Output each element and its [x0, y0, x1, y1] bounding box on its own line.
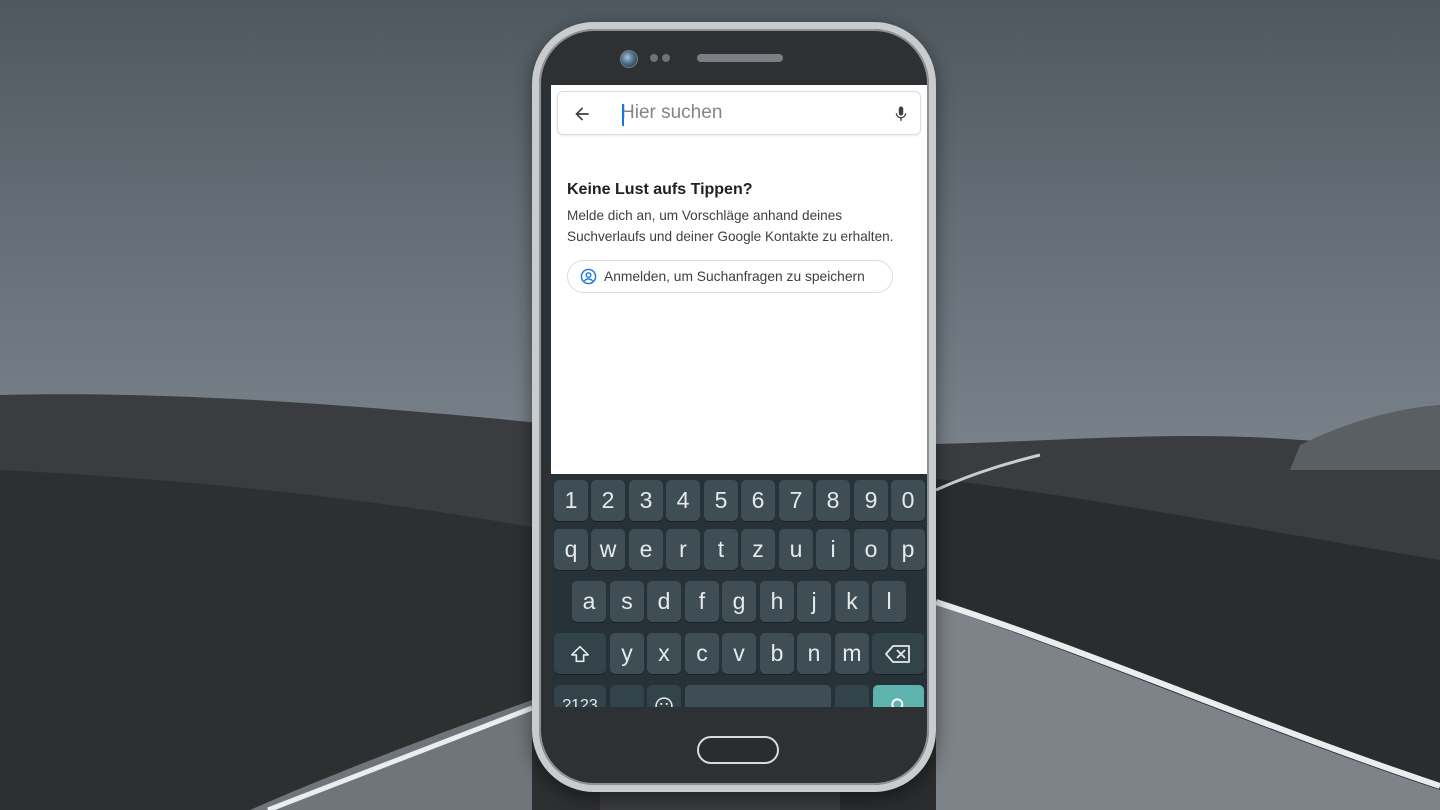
key-w[interactable]: w [591, 529, 625, 570]
key-6[interactable]: 6 [741, 480, 775, 521]
key-z[interactable]: z [741, 529, 775, 570]
key-l[interactable]: l [872, 581, 906, 622]
key-4[interactable]: 4 [666, 480, 700, 521]
emoji-icon [655, 696, 673, 707]
key-7[interactable]: 7 [779, 480, 813, 521]
phone-screen: Keine Lust aufs Tippen? Melde dich an, u… [551, 85, 927, 707]
key-j[interactable]: j [797, 581, 831, 622]
key-k[interactable]: k [835, 581, 869, 622]
key-v[interactable]: v [722, 633, 756, 674]
key-b[interactable]: b [760, 633, 794, 674]
key-x[interactable]: x [647, 633, 681, 674]
onscreen-keyboard: 1 2 3 4 5 6 7 8 9 0 q w e r t z u i o p … [551, 474, 927, 707]
shift-icon [570, 645, 590, 662]
signin-button[interactable]: Anmelden, um Suchanfragen zu speichern [567, 260, 893, 293]
signin-button-label: Anmelden, um Suchanfragen zu speichern [604, 269, 865, 284]
key-g[interactable]: g [722, 581, 756, 622]
key-y[interactable]: y [610, 633, 644, 674]
key-h[interactable]: h [760, 581, 794, 622]
key-c[interactable]: c [685, 633, 719, 674]
key-a[interactable]: a [572, 581, 606, 622]
key-3[interactable]: 3 [629, 480, 663, 521]
search-bar [557, 91, 921, 135]
backspace-key[interactable] [872, 633, 924, 674]
key-0[interactable]: 0 [891, 480, 925, 521]
backspace-icon [885, 644, 910, 663]
proximity-sensor [650, 54, 658, 62]
search-icon [890, 697, 903, 707]
front-camera [620, 50, 638, 68]
key-2[interactable]: 2 [591, 480, 625, 521]
comma-key[interactable]: , [610, 685, 644, 707]
key-q[interactable]: q [554, 529, 588, 570]
microphone-icon[interactable] [892, 103, 910, 125]
key-m[interactable]: m [835, 633, 869, 674]
promo-title: Keine Lust aufs Tippen? [567, 181, 753, 198]
search-key[interactable] [873, 685, 924, 707]
key-s[interactable]: s [610, 581, 644, 622]
account-circle-icon [580, 268, 597, 285]
key-n[interactable]: n [797, 633, 831, 674]
key-i[interactable]: i [816, 529, 850, 570]
arrow-left-icon[interactable] [572, 104, 592, 124]
key-u[interactable]: u [779, 529, 813, 570]
key-1[interactable]: 1 [554, 480, 588, 521]
key-o[interactable]: o [854, 529, 888, 570]
period-key[interactable]: . [835, 685, 869, 707]
promo-description: Melde dich an, um Vorschläge anhand dein… [567, 208, 894, 244]
home-button[interactable] [697, 736, 779, 764]
symbols-key[interactable]: ?123 [554, 685, 606, 707]
shift-key[interactable] [554, 633, 606, 674]
earpiece-speaker [697, 54, 783, 62]
light-sensor [662, 54, 670, 62]
text-cursor [622, 104, 624, 126]
key-f[interactable]: f [685, 581, 719, 622]
phone-frame: Keine Lust aufs Tippen? Melde dich an, u… [532, 22, 936, 792]
key-e[interactable]: e [629, 529, 663, 570]
key-5[interactable]: 5 [704, 480, 738, 521]
key-d[interactable]: d [647, 581, 681, 622]
key-8[interactable]: 8 [816, 480, 850, 521]
space-key[interactable] [685, 685, 831, 707]
key-t[interactable]: t [704, 529, 738, 570]
key-r[interactable]: r [666, 529, 700, 570]
key-9[interactable]: 9 [854, 480, 888, 521]
key-p[interactable]: p [891, 529, 925, 570]
search-input[interactable] [621, 100, 881, 126]
emoji-key[interactable] [647, 685, 681, 707]
